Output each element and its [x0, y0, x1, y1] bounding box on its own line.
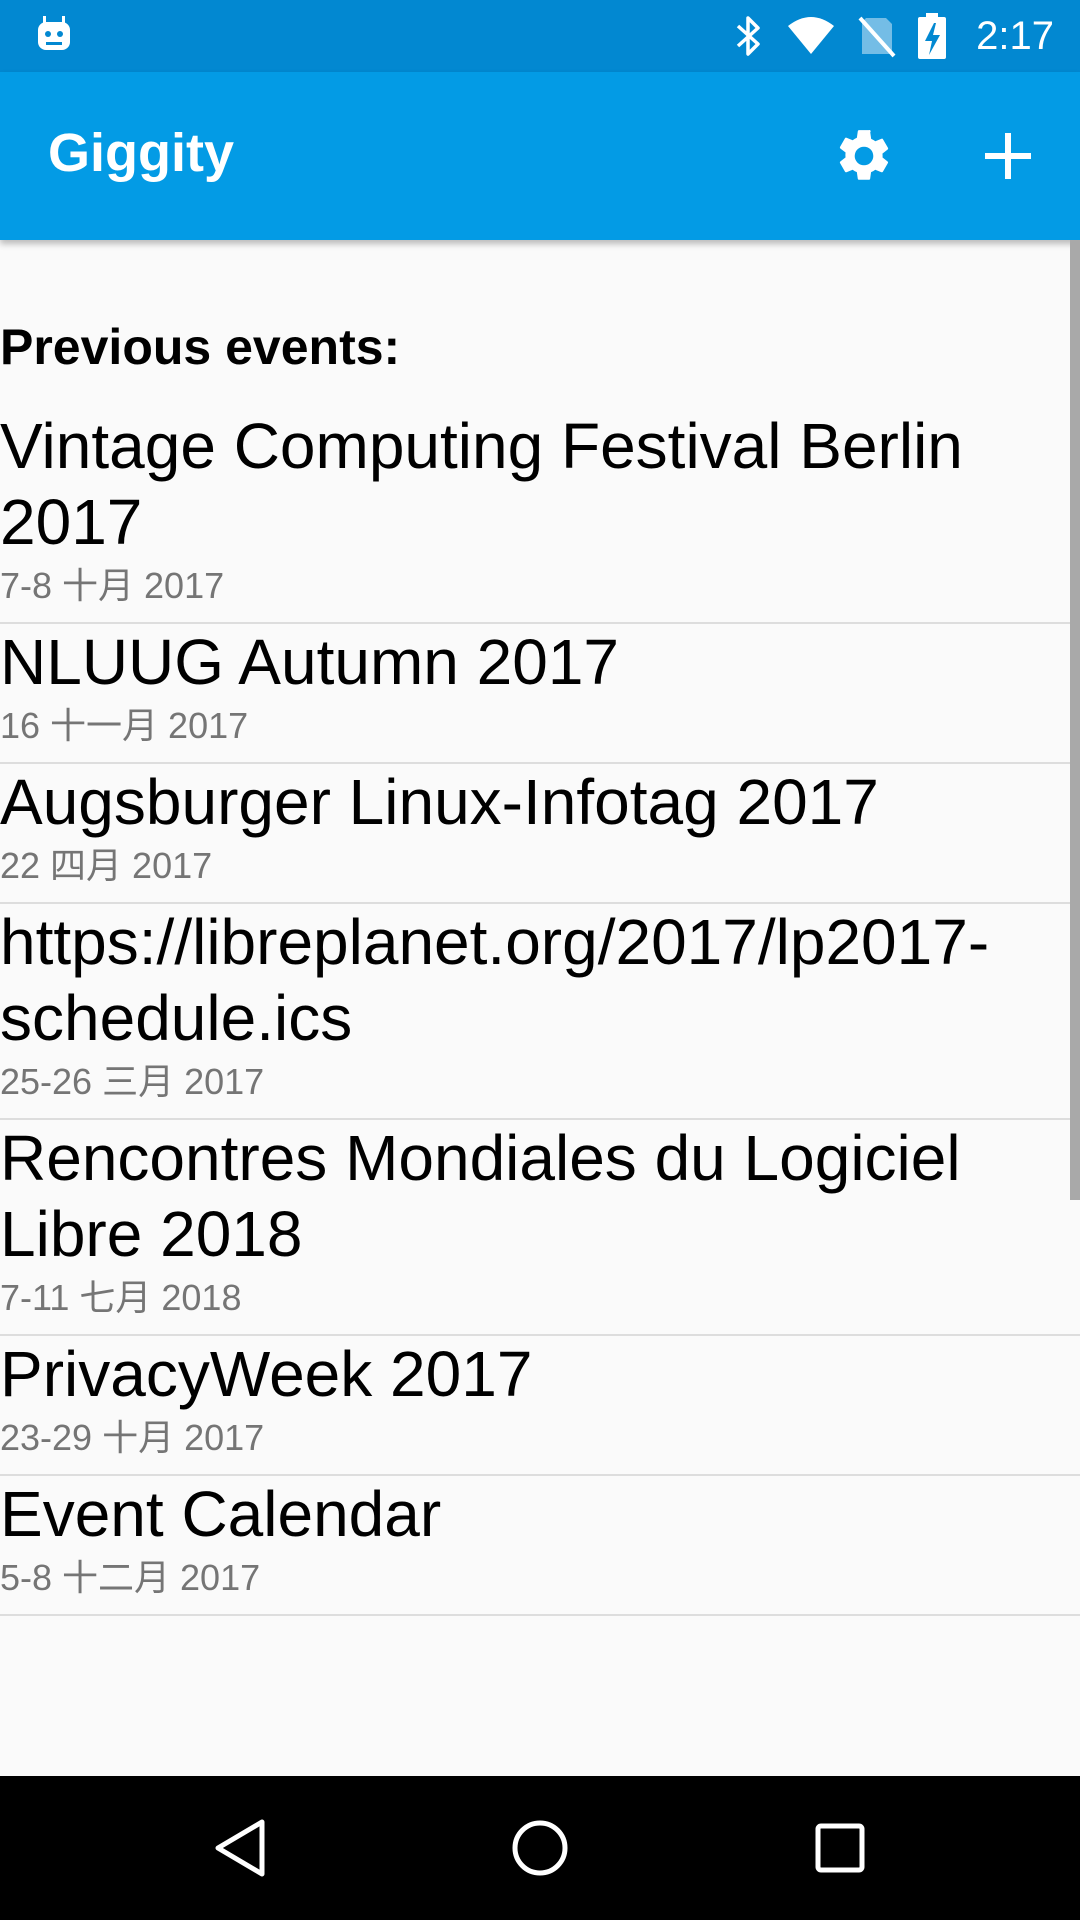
status-time: 2:17 [976, 13, 1054, 58]
event-list: Vintage Computing Festival Berlin 2017 7… [0, 408, 1080, 1616]
plus-icon [985, 133, 1031, 179]
event-title: https://libreplanet.org/2017/lp2017-sche… [0, 906, 990, 1054]
event-item[interactable]: NLUUG Autumn 2017 16 十一月 2017 [0, 624, 1080, 764]
recents-icon [815, 1823, 865, 1873]
event-date: 23-29 十月 2017 [0, 1417, 265, 1458]
event-item[interactable]: Event Calendar 5-8 十二月 2017 [0, 1476, 1080, 1616]
home-icon [512, 1820, 568, 1876]
event-title: PrivacyWeek 2017 [0, 1338, 533, 1410]
scrollbar[interactable] [1070, 240, 1080, 1200]
android-icon [38, 16, 70, 50]
event-date: 25-26 三月 2017 [0, 1061, 265, 1102]
event-title: Event Calendar [0, 1478, 442, 1550]
event-title: Vintage Computing Festival Berlin 2017 [0, 410, 963, 558]
add-button[interactable] [972, 120, 1044, 192]
home-button[interactable] [504, 1812, 576, 1884]
back-button[interactable] [204, 1812, 276, 1884]
event-date: 7-8 十月 2017 [0, 565, 225, 606]
gear-icon [839, 130, 889, 180]
no-sim-icon [858, 16, 896, 58]
event-date: 22 四月 2017 [0, 845, 213, 886]
event-item[interactable]: PrivacyWeek 2017 23-29 十月 2017 [0, 1336, 1080, 1476]
event-date: 7-11 七月 2018 [0, 1277, 242, 1318]
status-bar: 2:17 [0, 0, 1080, 72]
recents-button[interactable] [804, 1812, 876, 1884]
event-item[interactable]: Augsburger Linux-Infotag 2017 22 四月 2017 [0, 764, 1080, 904]
app-title: Giggity [48, 123, 234, 183]
event-item[interactable]: Vintage Computing Festival Berlin 2017 7… [0, 408, 1080, 624]
wifi-icon [788, 17, 835, 54]
back-icon [215, 1819, 265, 1877]
navigation-bar [0, 1776, 1080, 1920]
event-title: Augsburger Linux-Infotag 2017 [0, 766, 879, 838]
section-header: Previous events: [0, 319, 401, 375]
event-item[interactable]: https://libreplanet.org/2017/lp2017-sche… [0, 904, 1080, 1120]
app-bar: Giggity [0, 72, 1080, 240]
battery-charging-icon [918, 13, 947, 59]
event-title: NLUUG Autumn 2017 [0, 626, 619, 698]
event-title: Rencontres Mondiales du Logiciel Libre 2… [0, 1122, 961, 1270]
settings-button[interactable] [828, 120, 900, 192]
event-item[interactable]: Rencontres Mondiales du Logiciel Libre 2… [0, 1120, 1080, 1336]
status-icons: 2:17 [730, 0, 1054, 72]
event-date: 16 十一月 2017 [0, 705, 249, 746]
event-list-container[interactable]: Previous events: Vintage Computing Festi… [0, 240, 1080, 1776]
event-date: 5-8 十二月 2017 [0, 1557, 261, 1598]
bluetooth-icon [736, 16, 760, 56]
